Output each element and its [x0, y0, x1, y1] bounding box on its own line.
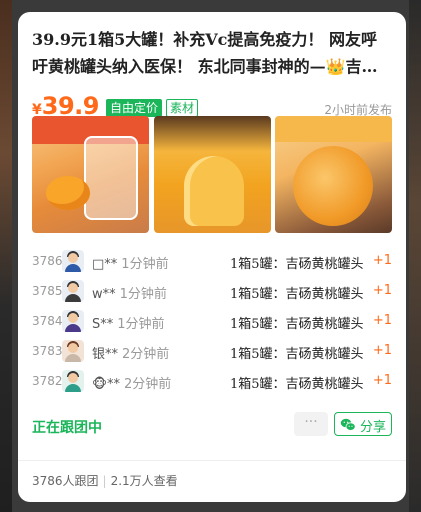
- list-item: 3786 □** 1分钟前 1箱5罐：吉砀黄桃罐头 +1: [32, 248, 392, 278]
- adjacent-card-right: [409, 0, 421, 512]
- follower-list: 3786 □** 1分钟前 1箱5罐：吉砀黄桃罐头 +1 3785 w** 1分钟前…: [32, 248, 392, 398]
- user-info: 银** 2分钟前: [92, 343, 169, 362]
- item-desc: 1箱5罐：吉砀黄桃罐头: [230, 347, 364, 362]
- time-ago: 2分钟前: [122, 347, 170, 362]
- product-image-1[interactable]: [32, 116, 149, 233]
- share-button[interactable]: 分享: [334, 412, 392, 436]
- following-status[interactable]: 正在跟团中: [32, 417, 102, 437]
- avatar: [62, 280, 84, 302]
- time-ago: 1分钟前: [121, 257, 169, 272]
- adjacent-card-left: [0, 0, 12, 512]
- stats-bar: 3786人跟团 | 2.1万人查看: [32, 472, 178, 489]
- quantity: +1: [372, 283, 392, 298]
- list-item: 3782 🐵** 2分钟前 1箱5罐：吉砀黄桃罐头 +1: [32, 368, 392, 398]
- time-ago: 2分钟前: [124, 377, 172, 392]
- order-number: 3782: [32, 374, 63, 388]
- order-number: 3786: [32, 254, 63, 268]
- order-number: 3785: [32, 284, 63, 298]
- order-number: 3784: [32, 314, 63, 328]
- user-name: w**: [92, 287, 116, 302]
- list-item: 3784 S** 1分钟前 1箱5罐：吉砀黄桃罐头 +1: [32, 308, 392, 338]
- image-gallery: [32, 116, 392, 234]
- quantity: +1: [372, 343, 392, 358]
- post-title[interactable]: 39.9元1箱5大罐！补充Vc提高免疫力！ 网友呼吁黄桃罐头纳入医保！ 东北同事…: [32, 26, 392, 80]
- material-tag: 素材: [166, 99, 199, 117]
- share-label: 分享: [360, 420, 387, 435]
- user-name: 银**: [92, 347, 119, 362]
- user-name: □**: [92, 257, 118, 272]
- action-bar: 正在跟团中 ··· 分享: [32, 412, 392, 440]
- free-pricing-tag: 自由定价: [106, 99, 163, 117]
- item-desc: 1箱5罐：吉砀黄桃罐头: [230, 377, 364, 392]
- followers-count: 3786人跟团: [32, 474, 99, 488]
- wechat-icon: [340, 418, 356, 431]
- user-info: □** 1分钟前: [92, 253, 169, 272]
- stats-separator: |: [102, 474, 107, 488]
- item-desc: 1箱5罐：吉砀黄桃罐头: [230, 317, 364, 332]
- product-image-2[interactable]: [154, 116, 271, 233]
- more-button[interactable]: ···: [294, 412, 328, 436]
- user-info: S** 1分钟前: [92, 313, 165, 332]
- list-item: 3783 银** 2分钟前 1箱5罐：吉砀黄桃罐头 +1: [32, 338, 392, 368]
- product-image-3[interactable]: [275, 116, 392, 233]
- avatar: [62, 250, 84, 272]
- item-desc: 1箱5罐：吉砀黄桃罐头: [230, 287, 364, 302]
- views-count: 2.1万人查看: [110, 474, 178, 488]
- quantity: +1: [372, 253, 392, 268]
- time-ago: 1分钟前: [119, 287, 167, 302]
- quantity: +1: [372, 313, 392, 328]
- order-number: 3783: [32, 344, 63, 358]
- user-name: S**: [92, 317, 114, 332]
- divider: [18, 460, 406, 461]
- user-info: w** 1分钟前: [92, 283, 167, 302]
- quantity: +1: [372, 373, 392, 388]
- avatar: [62, 370, 84, 392]
- time-ago: 1分钟前: [117, 317, 165, 332]
- user-name: 🐵**: [92, 377, 121, 392]
- page: 39.9元1箱5大罐！补充Vc提高免疫力！ 网友呼吁黄桃罐头纳入医保！ 东北同事…: [0, 0, 421, 512]
- user-info: 🐵** 2分钟前: [92, 373, 171, 392]
- avatar: [62, 340, 84, 362]
- item-desc: 1箱5罐：吉砀黄桃罐头: [230, 257, 364, 272]
- list-item: 3785 w** 1分钟前 1箱5罐：吉砀黄桃罐头 +1: [32, 278, 392, 308]
- avatar: [62, 310, 84, 332]
- group-buy-card[interactable]: 39.9元1箱5大罐！补充Vc提高免疫力！ 网友呼吁黄桃罐头纳入医保！ 东北同事…: [18, 12, 406, 502]
